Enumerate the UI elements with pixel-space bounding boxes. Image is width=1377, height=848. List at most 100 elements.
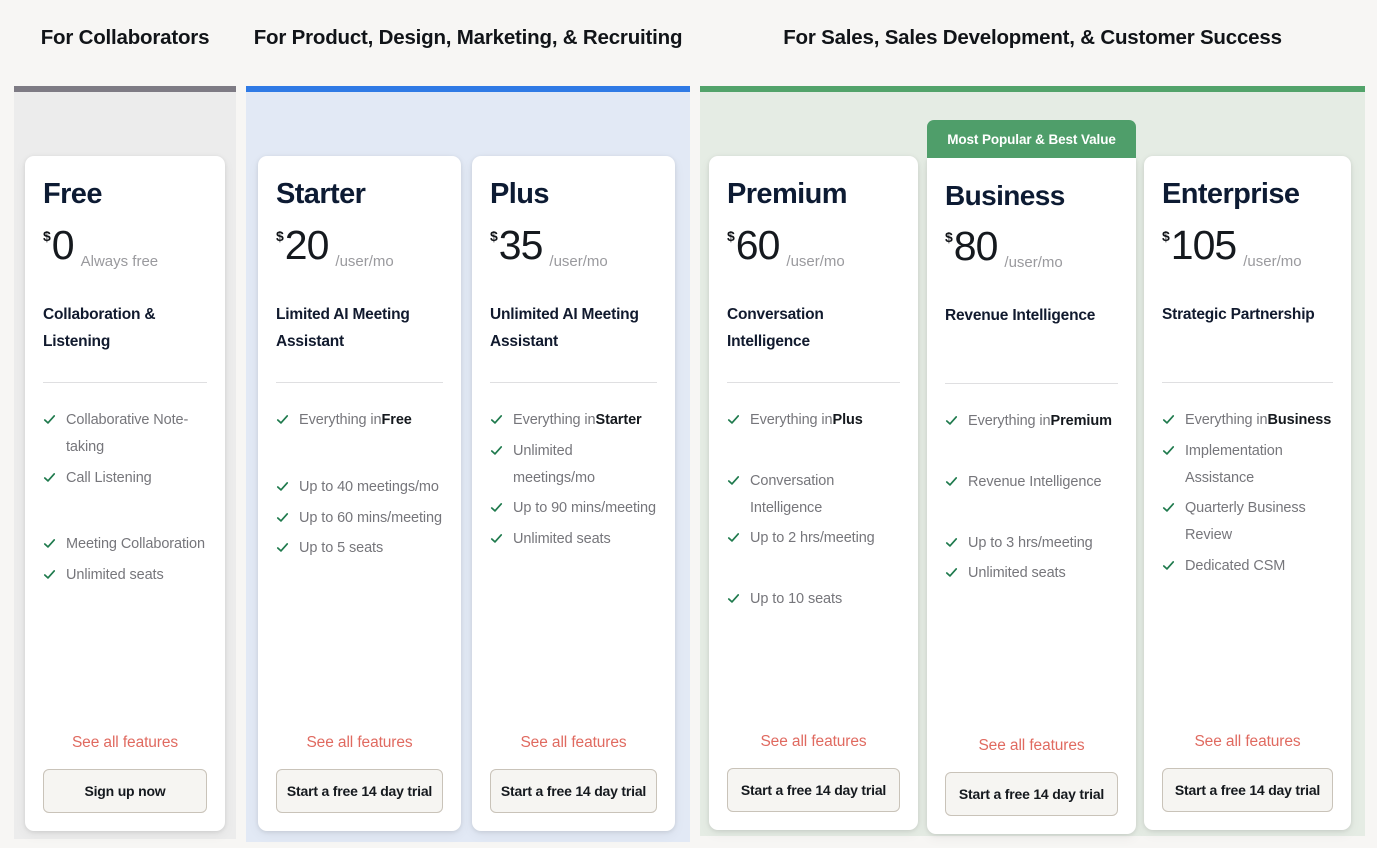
price-amount: 0	[52, 226, 74, 265]
cta-button-enterprise[interactable]: Start a free 14 day trial	[1162, 768, 1333, 812]
cta-button-premium[interactable]: Start a free 14 day trial	[727, 768, 900, 812]
feature-list-starter: Everything in Free Up to 40 meetings/mo Up…	[276, 407, 443, 734]
plan-card-starter: Starter$20/user/moLimited AI Meeting Ass…	[258, 156, 461, 831]
check-icon	[276, 541, 289, 554]
card-divider	[945, 383, 1118, 384]
see-all-features-link-starter[interactable]: See all features	[276, 734, 443, 752]
feature-list-plus: Everything in Starter Unlimited meetings/…	[490, 407, 657, 734]
plan-card-business: Business$80/user/moRevenue IntelligenceE…	[927, 158, 1136, 834]
cta-button-free[interactable]: Sign up now	[43, 769, 207, 813]
feature-label: Up to 40 meetings/mo	[299, 474, 439, 501]
feature-item: Meeting Collaboration	[43, 531, 207, 558]
cta-button-plus[interactable]: Start a free 14 day trial	[490, 769, 657, 813]
feature-label-emphasis: Starter	[596, 407, 642, 434]
price-period: /user/mo	[335, 253, 393, 270]
feature-item: Collaborative Note-taking	[43, 407, 207, 461]
plan-name-plus: Plus	[490, 180, 657, 209]
plan-card-plus: Plus$35/user/moUnlimited AI Meeting Assi…	[472, 156, 675, 831]
feature-item: Everything in Starter	[490, 407, 657, 434]
cta-button-business[interactable]: Start a free 14 day trial	[945, 772, 1118, 816]
feature-label: Unlimited seats	[513, 526, 611, 553]
plan-name-starter: Starter	[276, 180, 443, 209]
check-icon	[43, 568, 56, 581]
feature-item: Conversation Intelligence	[727, 468, 900, 522]
feature-item: Everything in Premium	[945, 408, 1118, 435]
feature-item: Up to 5 seats	[276, 535, 443, 562]
most-popular-badge: Most Popular & Best Value	[927, 120, 1136, 158]
see-all-features-link-plus[interactable]: See all features	[490, 734, 657, 752]
feature-item: Up to 60 mins/meeting	[276, 505, 443, 532]
price-period: /user/mo	[786, 253, 844, 270]
feature-label: Call Listening	[66, 465, 152, 492]
feature-label: Revenue Intelligence	[968, 469, 1101, 496]
feature-label: Up to 5 seats	[299, 535, 383, 562]
feature-item: Unlimited seats	[945, 560, 1118, 587]
price-amount: 20	[285, 226, 329, 265]
plan-tagline-premium: Conversation Intelligence	[727, 302, 900, 356]
plan-name-premium: Premium	[727, 180, 900, 209]
feature-item: Up to 90 mins/meeting	[490, 495, 657, 522]
plan-tagline-starter: Limited AI Meeting Assistant	[276, 302, 443, 356]
feature-label: Everything in	[750, 407, 833, 434]
check-icon	[727, 531, 740, 544]
cta-button-starter[interactable]: Start a free 14 day trial	[276, 769, 443, 813]
feature-list-premium: Everything in PlusConversation Intellige…	[727, 407, 900, 733]
feature-label: Dedicated CSM	[1185, 553, 1285, 580]
price-amount: 80	[954, 227, 998, 266]
feature-label: Everything in	[968, 408, 1051, 435]
check-icon	[1162, 559, 1175, 572]
feature-label: Up to 3 hrs/meeting	[968, 530, 1093, 557]
check-icon	[276, 413, 289, 426]
feature-item: Unlimited seats	[43, 562, 207, 589]
feature-label: Up to 60 mins/meeting	[299, 505, 442, 532]
card-divider	[276, 382, 443, 383]
currency-symbol: $	[490, 229, 498, 243]
feature-item: Up to 40 meetings/mo	[276, 474, 443, 501]
feature-item: Everything in Free	[276, 407, 443, 434]
card-divider	[490, 382, 657, 383]
see-all-features-link-premium[interactable]: See all features	[727, 733, 900, 751]
feature-label: Meeting Collaboration	[66, 531, 205, 558]
plan-name-free: Free	[43, 180, 207, 209]
check-icon	[276, 511, 289, 524]
feature-label: Collaborative Note-taking	[66, 407, 207, 461]
check-icon	[43, 413, 56, 426]
check-icon	[490, 413, 503, 426]
check-icon	[1162, 444, 1175, 457]
see-all-features-link-business[interactable]: See all features	[945, 737, 1118, 755]
check-icon	[43, 471, 56, 484]
check-icon	[1162, 501, 1175, 514]
plan-price-premium: $60/user/mo	[727, 226, 900, 272]
see-all-features-link-enterprise[interactable]: See all features	[1162, 733, 1333, 751]
plan-tagline-enterprise: Strategic Partnership	[1162, 302, 1333, 356]
check-icon	[490, 501, 503, 514]
group-header-product: For Product, Design, Marketing, & Recrui…	[246, 26, 690, 50]
feature-item: Unlimited meetings/mo	[490, 438, 657, 492]
price-amount: 60	[736, 226, 780, 265]
plan-price-business: $80/user/mo	[945, 227, 1118, 273]
feature-list-business: Everything in Premium Revenue Intelligenc…	[945, 408, 1118, 737]
feature-label-emphasis: Business	[1268, 407, 1332, 434]
feature-label: Everything in	[299, 407, 382, 434]
check-icon	[276, 480, 289, 493]
currency-symbol: $	[945, 230, 953, 244]
feature-label: Everything in	[513, 407, 596, 434]
feature-list-enterprise: Everything in BusinessImplementation Ass…	[1162, 407, 1333, 733]
see-all-features-link-free[interactable]: See all features	[43, 734, 207, 752]
check-icon	[945, 566, 958, 579]
plan-card-premium: Premium $60/user/mo Conversation Intellige…	[709, 156, 918, 830]
feature-label: Up to 2 hrs/meeting	[750, 525, 875, 552]
plan-price-plus: $35/user/mo	[490, 226, 657, 272]
price-period: /user/mo	[549, 253, 607, 270]
check-icon	[1162, 413, 1175, 426]
plan-card-free: Free $0Always free Collaboration & Listeni…	[25, 156, 225, 831]
plan-tagline-free: Collaboration & Listening	[43, 302, 207, 356]
plan-card-enterprise: Enterprise$105/user/moStrategic Partners…	[1144, 156, 1351, 830]
plan-price-free: $0Always free	[43, 226, 207, 272]
feature-item: Up to 10 seats	[727, 586, 900, 613]
feature-item: Implementation Assistance	[1162, 438, 1333, 492]
price-amount: 105	[1171, 226, 1236, 265]
feature-label: Up to 90 mins/meeting	[513, 495, 656, 522]
feature-label: Implementation Assistance	[1185, 438, 1333, 492]
feature-item: Revenue Intelligence	[945, 469, 1118, 496]
